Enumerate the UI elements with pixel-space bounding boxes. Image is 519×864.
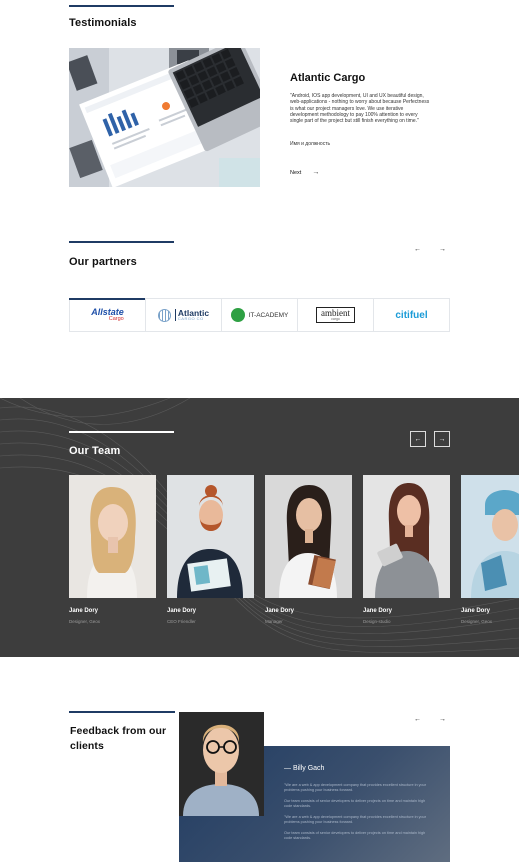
partner-logo-it-academy[interactable]: IT-ACADEMY	[222, 299, 298, 331]
it-academy-shield-icon	[230, 308, 245, 322]
feedback-paragraph: Our team consists of senior developers t…	[284, 831, 426, 840]
team-member-photo	[363, 475, 450, 598]
it-academy-logo-text: IT-ACADEMY	[248, 311, 289, 319]
partner-logo-ambient[interactable]: ambient cargo	[298, 299, 374, 331]
partner-logo-atlantic[interactable]: Atlantic CARGO CO	[146, 299, 222, 331]
testimonial-next-button[interactable]: Next →	[290, 169, 319, 176]
testimonial-quote: "Android, IOS app development, UI and UX…	[290, 93, 430, 125]
partners-prev-arrow-icon[interactable]: ←	[414, 246, 421, 253]
team-member-role: Designer, Geox	[461, 619, 493, 624]
partners-next-arrow-icon[interactable]: →	[439, 246, 446, 253]
team-member-name: Jane Dory	[461, 608, 491, 614]
arrow-right-icon: →	[312, 169, 320, 176]
allstate-logo-sub: Cargo	[108, 315, 124, 322]
team-member-role: Design-studio	[363, 619, 391, 624]
arrow-right-icon: →	[438, 435, 446, 443]
team-member-role: CEO Friendler	[167, 619, 196, 624]
team-member-card[interactable]: Jane Dory Designer, Geox	[69, 475, 156, 624]
team-member-photo	[69, 475, 156, 598]
team-member-role: Manager	[265, 619, 283, 624]
partner-logo-allstate[interactable]: Allstate Cargo	[69, 298, 146, 331]
feedback-paragraph: Our team consists of senior developers t…	[284, 799, 426, 808]
team-member-name: Jane Dory	[69, 608, 99, 614]
arrow-left-icon: ←	[414, 435, 422, 443]
team-member-photo	[167, 475, 254, 598]
testimonials-heading: Testimonials	[69, 17, 137, 29]
citifuel-logo-text: citifuel	[395, 309, 428, 321]
team-member-card[interactable]: Jane Dory Design-studio	[363, 475, 450, 624]
feedback-paragraph: "We are a web & app development company …	[284, 815, 427, 824]
feedback-next-arrow-icon[interactable]: →	[439, 716, 446, 723]
ambient-logo-sub: cargo	[331, 316, 340, 321]
partner-logo-citifuel[interactable]: citifuel	[374, 299, 449, 331]
client-photo	[179, 712, 264, 816]
feedback-prev-arrow-icon[interactable]: ←	[414, 716, 421, 723]
atlantic-globe-icon	[157, 308, 171, 322]
team-member-role: Designer, Geox	[69, 619, 101, 624]
team-member-card[interactable]: Jane Dory CEO Friendler	[167, 475, 254, 624]
testimonial-company-title: Atlantic Cargo	[290, 72, 366, 84]
team-member-photo	[265, 475, 352, 598]
team-prev-button[interactable]: ←	[410, 431, 426, 447]
team-member-name: Jane Dory	[265, 608, 295, 614]
partners-logo-row: Allstate Cargo Atlantic CARGO CO IT-ACAD…	[69, 298, 450, 332]
partners-heading: Our partners	[69, 256, 137, 268]
feedback-heading: Feedback from our clients	[70, 725, 167, 752]
feedback-top-rule	[69, 711, 175, 713]
team-heading: Our Team	[69, 445, 121, 457]
team-member-card[interactable]: Jane Dory Designer, Geox	[461, 475, 519, 624]
atlantic-logo-sub: CARGO CO	[177, 316, 204, 322]
team-next-button[interactable]: →	[434, 431, 450, 447]
team-member-name: Jane Dory	[363, 608, 393, 614]
team-top-rule	[69, 431, 174, 433]
team-member-card[interactable]: Jane Dory Manager	[265, 475, 352, 624]
testimonials-top-rule	[69, 5, 174, 7]
client-name: — Billy Gach	[284, 765, 325, 772]
feedback-paragraph: "We are a web & app development company …	[284, 783, 427, 792]
team-member-name: Jane Dory	[167, 608, 197, 614]
testimonial-signature: Имя и должность	[290, 141, 331, 147]
team-member-photo	[461, 475, 519, 598]
next-label: Next	[290, 169, 302, 176]
testimonial-laptop-image	[69, 48, 260, 187]
partners-top-rule	[69, 241, 174, 243]
